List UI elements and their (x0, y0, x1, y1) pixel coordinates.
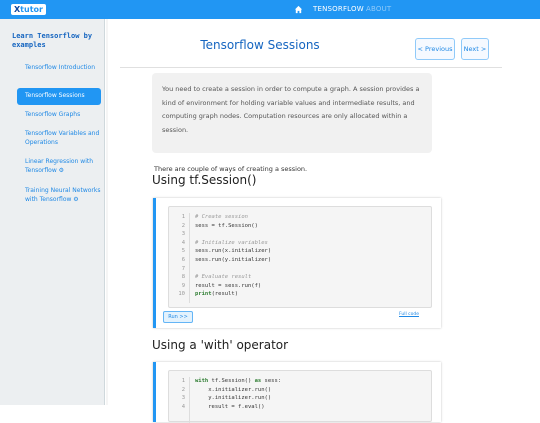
sidebar: Learn Tensorflow by examples Tensorflow … (0, 19, 105, 405)
page-title: Tensorflow Sessions (200, 38, 320, 52)
line-number-divider (189, 213, 190, 303)
code-text: sess = tf.Session() (195, 222, 258, 229)
next-button[interactable]: Next > (461, 38, 489, 60)
nav-about[interactable]: ABOUT (366, 5, 391, 14)
logo-text: tutor (20, 5, 43, 14)
sidebar-item-tensorflow-variables[interactable]: Tensorflow Variables and Operations (17, 130, 101, 147)
main-content: Tensorflow Sessions < Previous Next > Yo… (106, 19, 540, 423)
sidebar-item-tensorflow-graphs[interactable]: Tensorflow Graphs (17, 111, 101, 120)
top-navbar: Xtutor TENSORFLOW ABOUT (0, 0, 540, 19)
sidebar-item-tensorflow-introduction[interactable]: Tensorflow Introduction (17, 64, 101, 73)
code-text: sess.run(y.initializer) (195, 257, 272, 263)
intro-note: You need to create a session in order to… (152, 73, 432, 153)
code-text: print(result) (195, 291, 239, 298)
previous-button[interactable]: < Previous (415, 38, 455, 60)
section-heading-tf-session: Using tf.Session() (152, 173, 257, 187)
code-block-2: 1 with tf.Session() as sess: 2 x.initializ… (168, 370, 432, 423)
sidebar-title: Learn Tensorflow by examples (12, 32, 93, 49)
sidebar-item-tensorflow-sessions[interactable]: Tensorflow Sessions (17, 88, 101, 105)
content-edge (106, 19, 108, 405)
line-number: 10 (178, 291, 185, 298)
code-card-1: 1 # Create session 2 sess = tf.Session() 3 4 #… (153, 198, 441, 328)
code-card-2: 1 with tf.Session() as sess: 2 x.initializ… (153, 362, 441, 423)
divider (120, 67, 502, 68)
home-icon[interactable] (294, 5, 303, 14)
run-button-1[interactable]: Run >> (163, 311, 193, 323)
nav-tensorflow[interactable]: TENSORFLOW (313, 5, 364, 14)
sidebar-item-training-neural-networks[interactable]: Training Neural Networks with Tensorflow… (17, 187, 101, 204)
line-number-divider (189, 377, 190, 423)
section-heading-with-operator: Using a 'with' operator (152, 338, 289, 352)
code-text: result = f.eval() (195, 403, 265, 410)
code-block-1: 1 # Create session 2 sess = tf.Session() 3 4 #… (168, 206, 432, 308)
sidebar-item-linear-regression[interactable]: Linear Regression with Tensorflow ⚙ (17, 158, 101, 175)
line-number: 4 (181, 403, 185, 410)
full-code-link-1[interactable]: Full code (399, 312, 419, 318)
site-logo[interactable]: Xtutor (11, 4, 46, 15)
